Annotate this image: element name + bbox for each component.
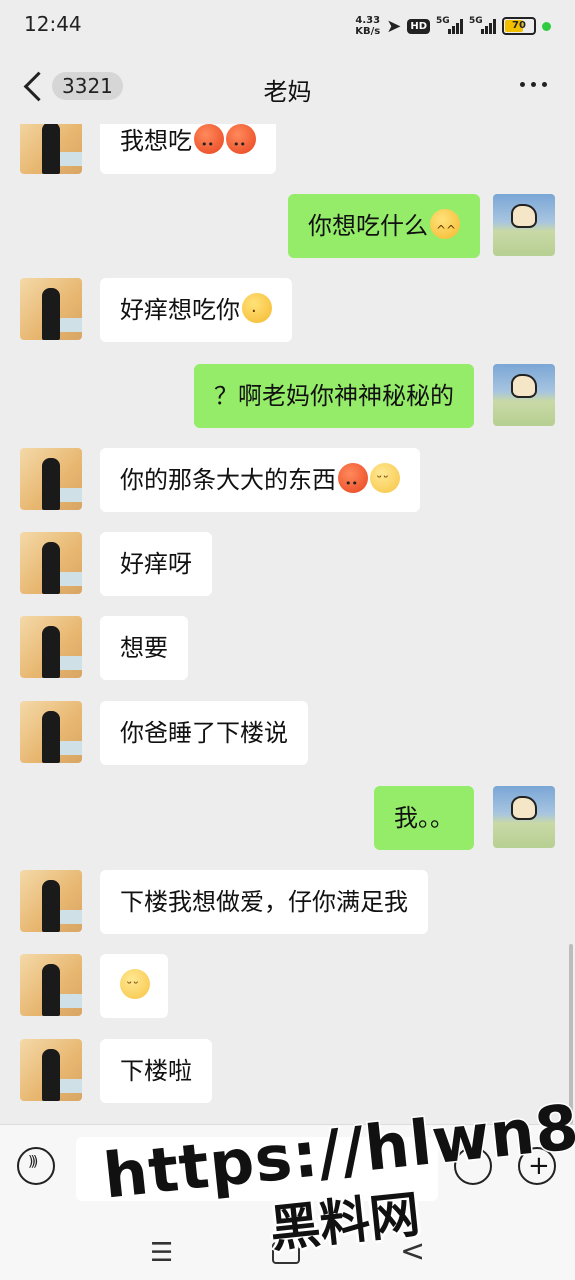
message-bubble-incoming[interactable]: 你的那条大大的东西 (100, 448, 420, 512)
message-bubble-incoming[interactable] (100, 954, 168, 1018)
network-speed-value: 4.33 (355, 15, 381, 26)
contact-avatar[interactable] (20, 870, 82, 932)
contact-avatar[interactable] (20, 532, 82, 594)
contact-avatar[interactable] (20, 616, 82, 678)
message-text: 我想吃 (120, 127, 192, 155)
network-speed-unit: KB/s (355, 26, 381, 37)
system-nav-bar: ☰ < (0, 1224, 575, 1280)
back-icon[interactable]: < (400, 1234, 425, 1269)
home-icon[interactable] (272, 1242, 300, 1264)
message-bubble-incoming[interactable]: 想要 (100, 616, 188, 680)
message-bubble-incoming[interactable]: 下楼我想做爱，仔你满足我 (100, 870, 428, 934)
network-type-1: 5G (436, 16, 450, 26)
plus-icon[interactable] (518, 1147, 556, 1185)
message-text: 想要 (120, 634, 168, 662)
contact-avatar[interactable] (20, 278, 82, 340)
scrollbar[interactable] (569, 944, 573, 1124)
network-speed: 4.33 KB/s (355, 15, 380, 37)
message-bubble-outgoing[interactable]: 我。。 (374, 786, 474, 850)
message-input[interactable] (76, 1137, 438, 1201)
my-avatar[interactable] (493, 364, 555, 426)
battery-level: 70 (512, 20, 526, 31)
contact-avatar[interactable] (20, 701, 82, 763)
status-time: 12:44 (24, 12, 82, 36)
message-text: 你爸睡了下楼说 (120, 719, 288, 747)
input-bar (0, 1124, 575, 1225)
message-text: 好痒想吃你 (120, 296, 240, 324)
message-bubble-outgoing[interactable]: ？啊老妈你神神秘秘的 (194, 364, 474, 428)
status-icons: 4.33 KB/s ➤ HD 5G 5G 70 (355, 12, 551, 40)
voice-input-icon[interactable] (17, 1147, 55, 1185)
shy-face-icon (370, 463, 400, 500)
more-options-icon[interactable] (520, 82, 547, 87)
status-bar: 12:44 4.33 KB/s ➤ HD 5G 5G 70 (0, 0, 575, 52)
unread-count-badge[interactable]: 3321 (52, 72, 123, 100)
angry-face-icon (194, 124, 224, 162)
signal-icon: 5G (436, 16, 463, 34)
message-text: ？啊老妈你神神秘秘的 (214, 382, 454, 410)
contact-avatar[interactable] (20, 448, 82, 510)
message-list[interactable]: 我想吃 你想吃什么 好痒想吃你 ？啊老妈你神神秘秘的 你的那条大大的东西 好痒呀… (0, 124, 575, 1124)
menu-icon[interactable]: ☰ (150, 1238, 173, 1268)
laughing-tears-face-icon (430, 209, 460, 247)
message-text: 我。。 (394, 804, 454, 832)
contact-avatar[interactable] (20, 954, 82, 1016)
message-bubble-incoming[interactable]: 我想吃 (100, 124, 276, 174)
emoji-icon[interactable] (454, 1147, 492, 1185)
message-text: 你的那条大大的东西 (120, 466, 336, 494)
back-arrow-icon[interactable] (22, 70, 46, 102)
message-bubble-incoming[interactable]: 好痒想吃你 (100, 278, 292, 342)
green-dot-icon (542, 21, 551, 31)
message-text: 你想吃什么 (308, 212, 428, 240)
network-type-2: 5G (469, 16, 483, 26)
angry-face-icon (338, 463, 368, 501)
battery-icon: 70 (502, 17, 536, 35)
signal-icon: 5G (469, 16, 496, 34)
message-bubble-incoming[interactable]: 好痒呀 (100, 532, 212, 596)
message-text: 好痒呀 (120, 550, 192, 578)
contact-avatar[interactable] (20, 124, 82, 174)
message-bubble-outgoing[interactable]: 你想吃什么 (288, 194, 480, 258)
location-icon: ➤ (386, 15, 402, 37)
chat-header: 3321 老妈 (0, 52, 575, 124)
angry-face-icon (226, 124, 256, 162)
my-avatar[interactable] (493, 194, 555, 256)
shy-face-icon (120, 969, 150, 1006)
message-bubble-incoming[interactable]: 下楼啦 (100, 1039, 212, 1103)
thinking-face-icon (242, 293, 272, 329)
hd-icon: HD (407, 18, 430, 34)
message-text: 下楼我想做爱，仔你满足我 (120, 888, 408, 916)
my-avatar[interactable] (493, 786, 555, 848)
contact-avatar[interactable] (20, 1039, 82, 1101)
message-text: 下楼啦 (120, 1057, 192, 1085)
message-bubble-incoming[interactable]: 你爸睡了下楼说 (100, 701, 308, 765)
